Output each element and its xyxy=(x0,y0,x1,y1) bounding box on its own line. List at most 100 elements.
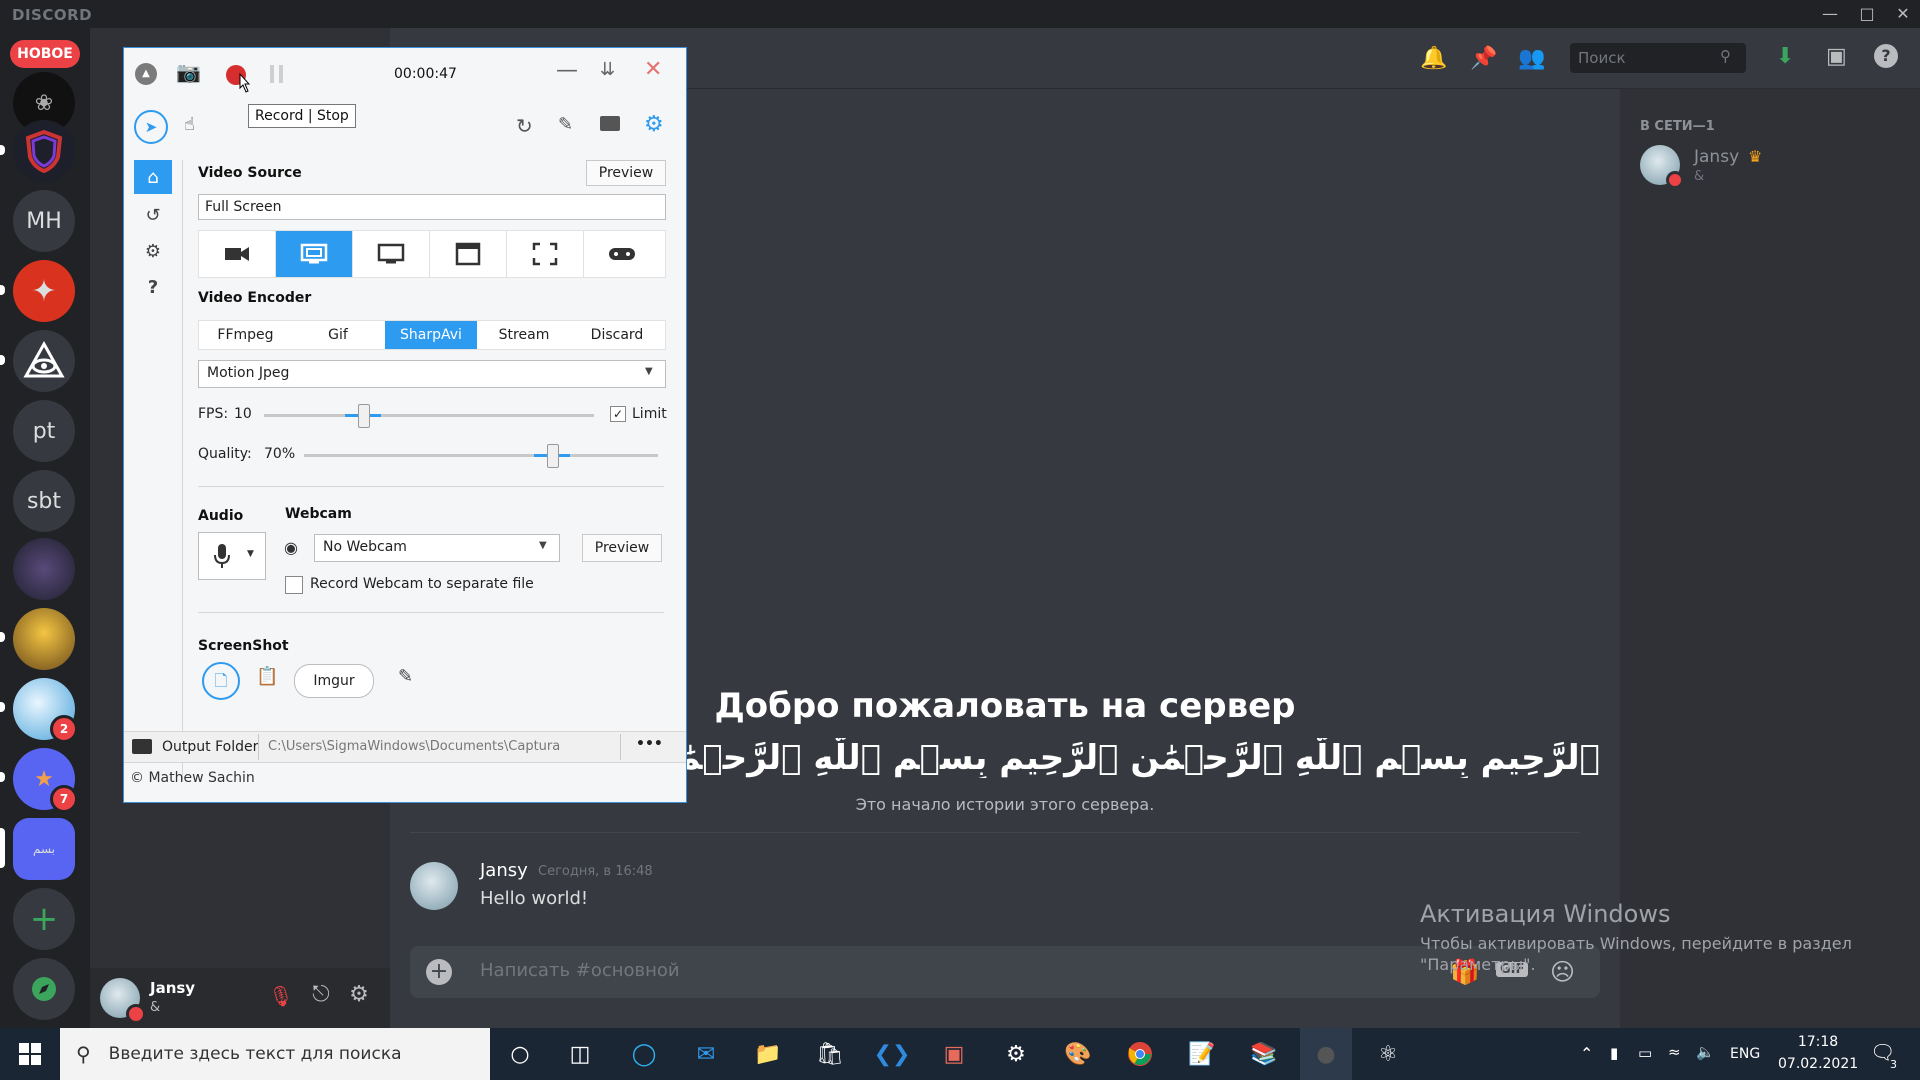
webcam-preview-button[interactable]: Preview xyxy=(582,534,662,562)
screenshot-editor-button[interactable]: ✎ xyxy=(398,666,413,687)
source-window[interactable] xyxy=(430,231,507,277)
save-to-disk-button[interactable]: 🗋 xyxy=(202,662,240,700)
pinned-button[interactable]: 📌 xyxy=(1470,46,1497,71)
inbox-button[interactable]: ▣ xyxy=(1826,44,1847,69)
task-view-button[interactable]: ◫ xyxy=(554,1028,606,1080)
webcam-select[interactable]: No Webcam ▼ xyxy=(314,534,560,562)
server-icon-pt[interactable]: pt xyxy=(13,400,75,462)
screenshot-button[interactable]: 📷 xyxy=(176,60,201,84)
fps-limit-checkbox[interactable]: ✓ xyxy=(610,406,626,422)
explore-servers-button[interactable] xyxy=(13,958,75,1020)
fps-slider-thumb[interactable] xyxy=(358,404,370,428)
separate-file-checkbox[interactable] xyxy=(285,576,303,594)
tray-device-icon[interactable]: ▮ xyxy=(1610,1044,1618,1062)
source-game[interactable] xyxy=(584,231,660,277)
nav-about[interactable]: ? xyxy=(134,270,172,304)
encoder-tab-sharpavi[interactable]: SharpAvi xyxy=(385,321,477,349)
minimize-window-button[interactable]: — xyxy=(1815,2,1845,26)
tray-chevron-icon[interactable]: ⌃ xyxy=(1580,1044,1593,1063)
minimize-button[interactable]: — xyxy=(556,58,578,83)
source-monitor[interactable] xyxy=(353,231,430,277)
server-icon-sbt[interactable]: sbt xyxy=(13,470,75,532)
fps-slider[interactable] xyxy=(264,414,594,417)
cortana-button[interactable]: ○ xyxy=(494,1028,546,1080)
draw-button[interactable]: ✎ xyxy=(558,114,573,135)
start-button[interactable] xyxy=(4,1028,56,1080)
nav-home[interactable]: ⌂ xyxy=(134,160,172,194)
clock-time[interactable]: 17:18 xyxy=(1778,1034,1858,1050)
search-box[interactable]: Поиск ⚲ xyxy=(1570,43,1746,73)
server-icon-sunset[interactable] xyxy=(13,608,75,670)
maximize-window-button[interactable]: □ xyxy=(1852,2,1882,26)
attach-button[interactable]: + xyxy=(426,959,452,985)
source-camera[interactable] xyxy=(199,231,276,277)
taskbar-winrar[interactable]: 📚 xyxy=(1238,1028,1290,1080)
cursor-mode-button[interactable]: ➤ xyxy=(134,110,168,144)
encoder-tab-stream[interactable]: Stream xyxy=(478,321,570,349)
video-source-field[interactable]: Full Screen xyxy=(198,194,666,220)
message-avatar[interactable] xyxy=(410,862,458,910)
nav-recent[interactable]: ↺ xyxy=(134,198,172,232)
taskbar-paint[interactable]: 🎨 xyxy=(1052,1028,1104,1080)
download-button[interactable]: ⬇ xyxy=(1776,44,1794,69)
mute-mic-button[interactable]: 🎙 xyxy=(268,984,294,1010)
server-icon-eye[interactable] xyxy=(13,330,75,392)
settings-button[interactable]: ⚙ xyxy=(644,112,664,137)
volume-icon[interactable]: 🔈 xyxy=(1696,1043,1715,1061)
add-server-button[interactable]: + xyxy=(13,888,75,950)
taskbar-mail[interactable]: ✉ xyxy=(680,1028,732,1080)
encoder-tab-ffmpeg[interactable]: FFmpeg xyxy=(199,321,292,349)
close-window-button[interactable]: ✕ xyxy=(1888,2,1918,26)
close-button[interactable]: ✕ xyxy=(644,57,662,82)
refresh-button[interactable]: ↻ xyxy=(516,114,533,138)
minimize-to-tray-button[interactable]: ⇊ xyxy=(600,59,615,80)
help-button[interactable]: ? xyxy=(1874,44,1898,68)
message-author[interactable]: Jansy xyxy=(480,860,528,881)
quality-slider-thumb[interactable] xyxy=(546,444,559,468)
composer-input[interactable]: Написать #основной xyxy=(480,960,680,981)
quality-slider[interactable] xyxy=(304,454,658,457)
server-icon-mh[interactable]: MH xyxy=(13,190,75,252)
taskbar-app[interactable]: ▣ xyxy=(928,1028,980,1080)
taskbar-settings[interactable]: ⚙ xyxy=(990,1028,1042,1080)
taskbar-store[interactable]: 🛍 xyxy=(804,1028,856,1080)
new-badge[interactable]: НОВОЕ xyxy=(10,40,80,68)
audio-source-button[interactable]: ▼ xyxy=(198,532,266,580)
encoder-tab-gif[interactable]: Gif xyxy=(292,321,384,349)
source-screen-region[interactable] xyxy=(276,231,353,277)
pause-button[interactable] xyxy=(270,65,284,83)
taskbar-explorer[interactable]: 📁 xyxy=(742,1028,794,1080)
deafen-button[interactable]: ⎋ xyxy=(308,982,334,1008)
copy-to-clipboard-button[interactable]: 📋 xyxy=(256,666,278,687)
taskbar-search[interactable]: ⚲ Введите здесь текст для поиска xyxy=(60,1028,490,1080)
taskbar-edge[interactable]: ◯ xyxy=(618,1028,670,1080)
member-list-button[interactable]: 👥 xyxy=(1518,46,1545,71)
encoder-tab-discard[interactable]: Discard xyxy=(571,321,663,349)
clock-date[interactable]: 07.02.2021 xyxy=(1778,1056,1858,1072)
output-folder-path[interactable]: C:\Users\SigmaWindows\Documents\Captura xyxy=(268,739,560,754)
taskbar-electron[interactable]: ⚛ xyxy=(1362,1028,1414,1080)
taskbar-captura[interactable]: ● xyxy=(1300,1028,1352,1080)
server-icon-shield[interactable] xyxy=(13,120,75,182)
taskbar-notepad[interactable]: 📝 xyxy=(1176,1028,1228,1080)
wifi-icon[interactable]: ≈ xyxy=(1668,1043,1681,1061)
taskbar-vscode[interactable]: ❮❯ xyxy=(866,1028,918,1080)
output-more-button[interactable]: ••• xyxy=(636,736,663,752)
codec-select[interactable]: Motion Jpeg ▼ xyxy=(198,360,666,388)
server-icon-phoenix[interactable]: ✦ xyxy=(13,260,75,322)
clicks-mode-button[interactable]: ☝ xyxy=(184,114,195,135)
collapse-button[interactable]: ▲ xyxy=(135,63,157,85)
member-item[interactable]: Jansy ♛ & xyxy=(1640,145,1890,191)
server-icon-space[interactable] xyxy=(13,538,75,600)
nav-settings[interactable]: ⚙ xyxy=(134,234,172,268)
imgur-button[interactable]: Imgur xyxy=(294,664,374,698)
open-folder-button[interactable] xyxy=(600,116,620,131)
source-fullscreen[interactable] xyxy=(507,231,584,277)
taskbar-chrome[interactable] xyxy=(1114,1028,1166,1080)
notifications-button[interactable]: 🔔 xyxy=(1420,46,1447,71)
server-icon-current[interactable]: بسم xyxy=(13,818,75,880)
user-settings-button[interactable]: ⚙ xyxy=(346,982,372,1008)
battery-icon[interactable]: ▭ xyxy=(1638,1044,1652,1062)
video-preview-button[interactable]: Preview xyxy=(586,160,666,186)
language-indicator[interactable]: ENG xyxy=(1730,1046,1760,1062)
